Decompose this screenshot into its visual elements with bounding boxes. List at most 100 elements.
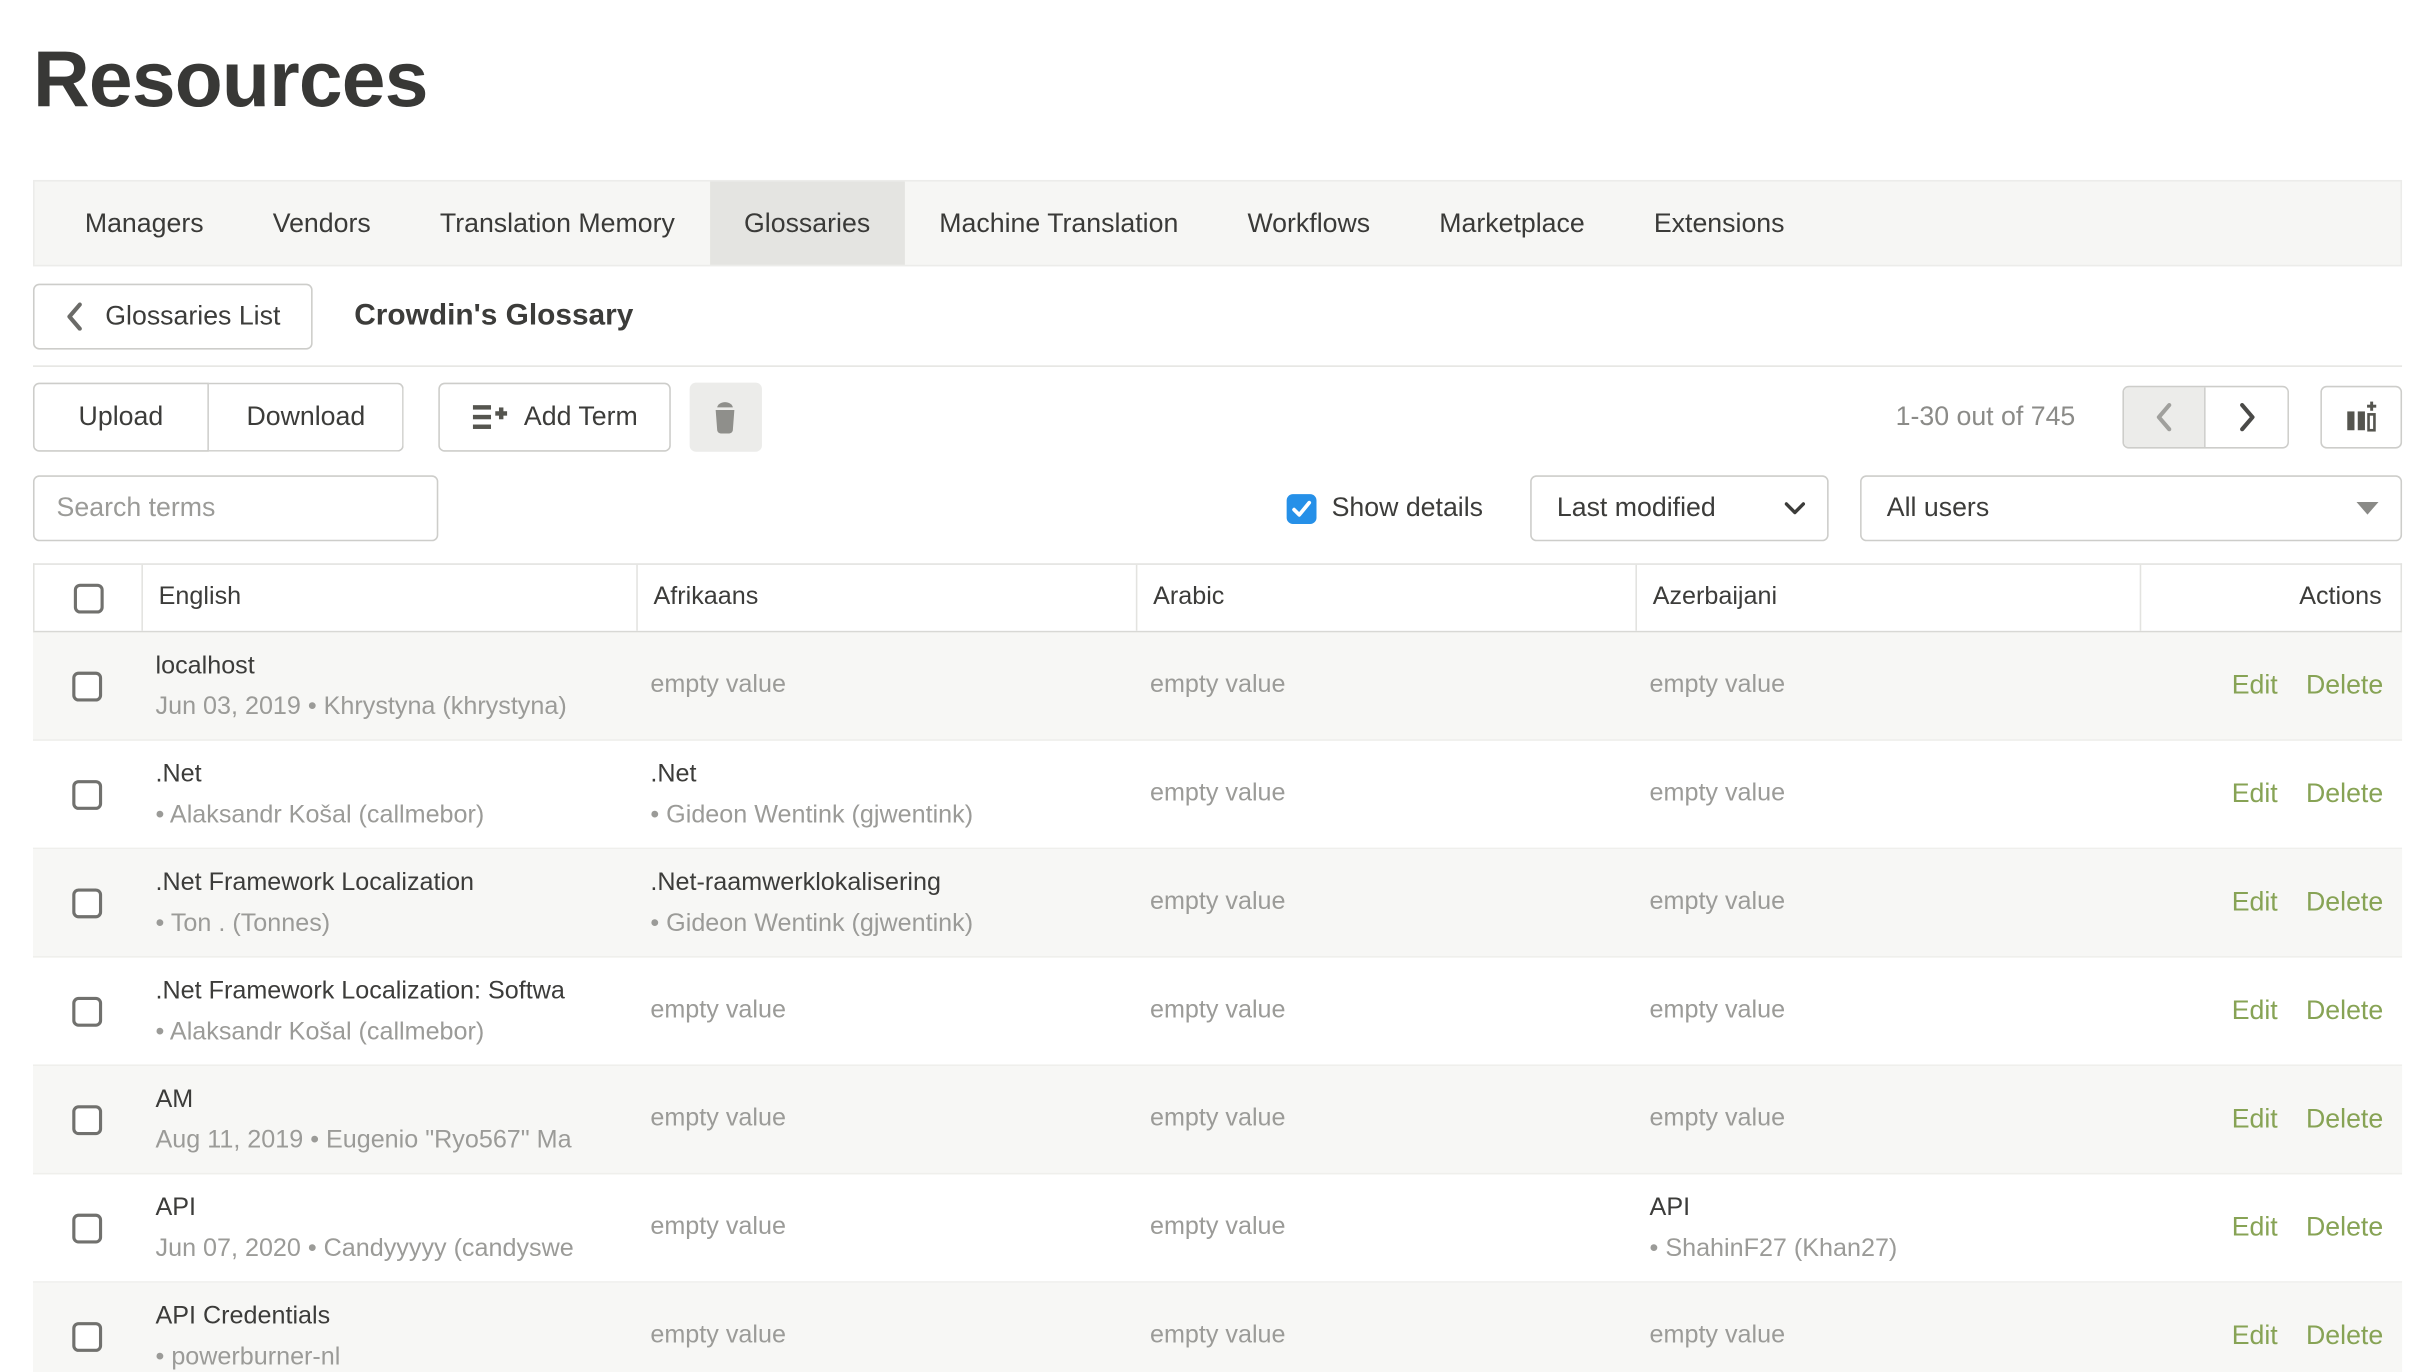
term-text: .Net	[650, 758, 1118, 793]
column-header-afrikaans[interactable]: Afrikaans	[636, 565, 1136, 631]
term-meta: • Gideon Wentink (gjwentink)	[650, 799, 1118, 834]
delete-link[interactable]: Delete	[2306, 779, 2383, 810]
column-header-english[interactable]: English	[141, 565, 636, 631]
edit-link[interactable]: Edit	[2232, 887, 2278, 918]
cell-english: AMAug 11, 2019 • Eugenio "Ryo567" Ma	[140, 1066, 635, 1173]
cell-arabic-empty: empty value	[1134, 741, 1634, 848]
delete-link[interactable]: Delete	[2306, 1321, 2383, 1352]
list-plus-icon	[472, 399, 508, 435]
search-input[interactable]	[33, 475, 438, 541]
term-text: .Net Framework Localization	[156, 866, 619, 901]
empty-value-text: empty value	[1150, 672, 1286, 700]
row-checkbox[interactable]	[71, 888, 101, 918]
tab-machine-translation[interactable]: Machine Translation	[905, 182, 1213, 265]
empty-value-text: empty value	[1650, 780, 1786, 808]
cell-afrikaans-empty: empty value	[635, 1066, 1135, 1173]
add-term-button[interactable]: Add Term	[439, 383, 671, 452]
term-meta: Jun 07, 2020 • Candyyyyy (candyswe	[156, 1233, 619, 1268]
column-header-azerbaijani[interactable]: Azerbaijani	[1635, 565, 2139, 631]
delete-link[interactable]: Delete	[2306, 995, 2383, 1026]
select-all-checkbox[interactable]	[73, 583, 103, 613]
cell-azerbaijani-empty: empty value	[1634, 1066, 2138, 1173]
resources-tab-bar: ManagersVendorsTranslation MemoryGlossar…	[33, 180, 2402, 266]
edit-link[interactable]: Edit	[2232, 1321, 2278, 1352]
row-checkbox-cell	[33, 958, 140, 1065]
edit-link[interactable]: Edit	[2232, 779, 2278, 810]
back-button-label: Glossaries List	[105, 301, 280, 332]
term-meta: • Ton . (Tonnes)	[156, 907, 619, 942]
divider	[33, 365, 2402, 367]
add-term-label: Add Term	[524, 401, 638, 432]
cell-azerbaijani-empty: empty value	[1634, 958, 2138, 1065]
edit-link[interactable]: Edit	[2232, 995, 2278, 1026]
edit-link[interactable]: Edit	[2232, 1212, 2278, 1243]
row-checkbox[interactable]	[71, 1321, 101, 1351]
tab-glossaries[interactable]: Glossaries	[709, 182, 904, 265]
cell-afrikaans-empty: empty value	[635, 1174, 1135, 1281]
sort-select[interactable]: Last modified	[1530, 475, 1828, 541]
term-meta: Aug 11, 2019 • Eugenio "Ryo567" Ma	[156, 1124, 619, 1159]
column-header-actions: Actions	[2140, 565, 2401, 631]
users-select[interactable]: All users	[1860, 475, 2402, 541]
delete-link[interactable]: Delete	[2306, 1212, 2383, 1243]
cell-arabic-empty: empty value	[1134, 1066, 1634, 1173]
tab-translation-memory[interactable]: Translation Memory	[405, 182, 709, 265]
back-to-glossaries-button[interactable]: Glossaries List	[33, 284, 313, 350]
edit-link[interactable]: Edit	[2232, 1104, 2278, 1135]
cell-english: APIJun 07, 2020 • Candyyyyy (candyswe	[140, 1174, 635, 1281]
tab-workflows[interactable]: Workflows	[1213, 182, 1405, 265]
download-button[interactable]: Download	[209, 383, 405, 452]
delete-selected-button[interactable]	[690, 383, 762, 452]
cell-actions: Edit Delete	[2138, 1066, 2402, 1173]
filters-right: Show details Last modified All users	[1286, 475, 2402, 541]
tab-extensions[interactable]: Extensions	[1619, 182, 1819, 265]
empty-value-text: empty value	[1650, 672, 1786, 700]
column-header-arabic[interactable]: Arabic	[1136, 565, 1636, 631]
edit-link[interactable]: Edit	[2232, 670, 2278, 701]
empty-value-text: empty value	[1150, 780, 1286, 808]
empty-value-text: empty value	[1650, 997, 1786, 1025]
empty-value-text: empty value	[1150, 1322, 1286, 1350]
upload-button[interactable]: Upload	[33, 383, 209, 452]
cell-afrikaans: .Net-raamwerklokalisering• Gideon Wentin…	[635, 849, 1135, 956]
delete-link[interactable]: Delete	[2306, 670, 2383, 701]
term-text: API	[1650, 1192, 2123, 1227]
term-meta: Jun 03, 2019 • Khrystyna (khrystyna)	[156, 691, 619, 726]
users-select-value: All users	[1887, 493, 2357, 524]
delete-link[interactable]: Delete	[2306, 1104, 2383, 1135]
cell-actions: Edit Delete	[2138, 632, 2402, 739]
cell-arabic-empty: empty value	[1134, 632, 1634, 739]
row-checkbox[interactable]	[71, 779, 101, 809]
cell-azerbaijani-empty: empty value	[1634, 632, 2138, 739]
cell-azerbaijani-empty: empty value	[1634, 741, 2138, 848]
triangle-down-icon	[2357, 502, 2379, 515]
term-text: .Net	[156, 758, 619, 793]
trash-icon	[709, 399, 742, 435]
row-checkbox-cell	[33, 1283, 140, 1372]
chevron-left-icon	[66, 302, 83, 330]
tab-vendors[interactable]: Vendors	[238, 182, 405, 265]
row-checkbox[interactable]	[71, 1213, 101, 1243]
empty-value-text: empty value	[650, 997, 786, 1025]
empty-value-text: empty value	[650, 672, 786, 700]
delete-link[interactable]: Delete	[2306, 887, 2383, 918]
row-checkbox[interactable]	[71, 671, 101, 701]
row-checkbox[interactable]	[71, 996, 101, 1026]
tab-managers[interactable]: Managers	[50, 182, 238, 265]
chevron-left-icon	[2155, 403, 2172, 431]
previous-page-button[interactable]	[2124, 387, 2206, 447]
show-details-toggle[interactable]: Show details	[1286, 493, 1483, 524]
cell-actions: Edit Delete	[2138, 958, 2402, 1065]
row-checkbox[interactable]	[71, 1104, 101, 1134]
empty-value-text: empty value	[650, 1322, 786, 1350]
term-meta: • Gideon Wentink (gjwentink)	[650, 907, 1118, 942]
tab-marketplace[interactable]: Marketplace	[1405, 182, 1620, 265]
show-details-checkbox[interactable]	[1286, 493, 1316, 523]
add-column-button[interactable]	[2320, 386, 2402, 449]
cell-azerbaijani: API• ShahinF27 (Khan27)	[1634, 1174, 2138, 1281]
term-text: localhost	[156, 650, 619, 685]
show-details-label: Show details	[1332, 493, 1483, 524]
glossary-title: Crowdin's Glossary	[354, 299, 633, 334]
chevron-right-icon	[2238, 403, 2255, 431]
next-page-button[interactable]	[2206, 387, 2288, 447]
